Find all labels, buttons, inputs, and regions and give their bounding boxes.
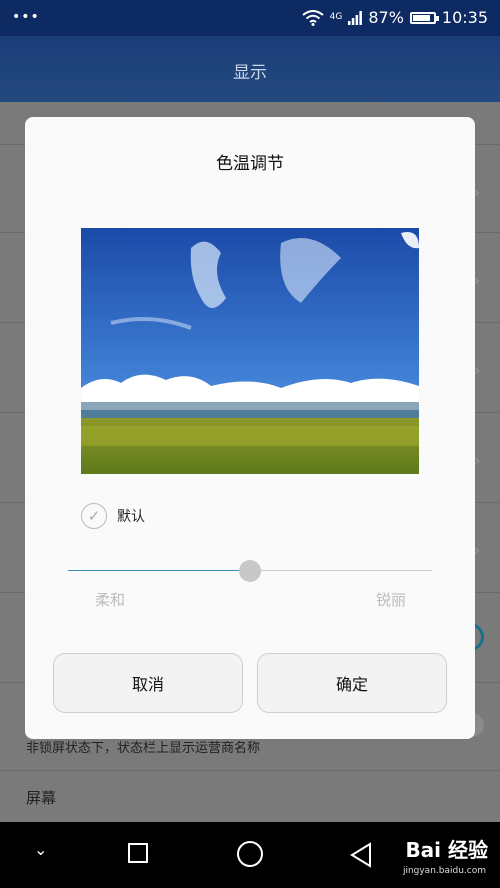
settings-row: 屏幕 bbox=[0, 770, 500, 823]
navigation-bar: ⌄ Bai 经验 jingyan.baidu.com bbox=[0, 822, 500, 888]
chevron-down-icon[interactable]: ⌄ bbox=[34, 840, 47, 859]
slider-min-label: 柔和 bbox=[95, 591, 126, 609]
back-icon[interactable] bbox=[350, 842, 372, 868]
network-type: 4G bbox=[329, 12, 343, 22]
settings-row-description: 非锁屏状态下，状态栏上显示运营商名称 bbox=[26, 741, 261, 756]
status-icons: 4G 87% 10:35 bbox=[302, 8, 488, 27]
default-checkbox-label: 默认 bbox=[117, 509, 145, 525]
recents-icon[interactable] bbox=[128, 843, 148, 863]
app-bar: 显示 bbox=[0, 36, 500, 102]
slider-fill bbox=[68, 570, 250, 571]
chevron-right-icon: › bbox=[474, 185, 480, 201]
color-temperature-slider[interactable] bbox=[68, 559, 432, 583]
chevron-right-icon: › bbox=[474, 543, 480, 559]
landscape-preview bbox=[81, 228, 419, 474]
slider-thumb[interactable] bbox=[239, 560, 261, 582]
signal-icon bbox=[348, 10, 363, 25]
chevron-right-icon: › bbox=[474, 273, 480, 289]
battery-icon bbox=[409, 11, 439, 24]
chevron-right-icon: › bbox=[474, 453, 480, 469]
page-title: 显示 bbox=[233, 63, 267, 83]
battery-fill bbox=[412, 14, 431, 21]
confirm-button[interactable]: 确定 bbox=[257, 653, 447, 713]
dialog-title: 色温调节 bbox=[216, 154, 284, 174]
status-bar: ••• 4G 87% 10:35 bbox=[0, 0, 500, 36]
watermark: Bai 经验 bbox=[405, 838, 488, 862]
slider-max-label: 锐丽 bbox=[375, 591, 406, 609]
battery-percent: 87% bbox=[368, 8, 404, 27]
default-option[interactable]: ✓ 默认 bbox=[81, 503, 145, 529]
settings-row-label: 屏幕 bbox=[26, 789, 57, 807]
cancel-button[interactable]: 取消 bbox=[53, 653, 243, 713]
color-temperature-dialog: 色温调节 ✓ 默认 柔和 锐丽 取消 确定 bbox=[25, 117, 475, 739]
chevron-right-icon: › bbox=[474, 363, 480, 379]
notification-dots: ••• bbox=[12, 9, 40, 25]
home-icon[interactable] bbox=[237, 841, 263, 867]
wifi-icon bbox=[302, 9, 324, 26]
watermark-url: jingyan.baidu.com bbox=[402, 866, 486, 876]
preview-image bbox=[81, 228, 419, 474]
checkmark-icon[interactable]: ✓ bbox=[81, 503, 107, 529]
clock: 10:35 bbox=[441, 8, 488, 27]
